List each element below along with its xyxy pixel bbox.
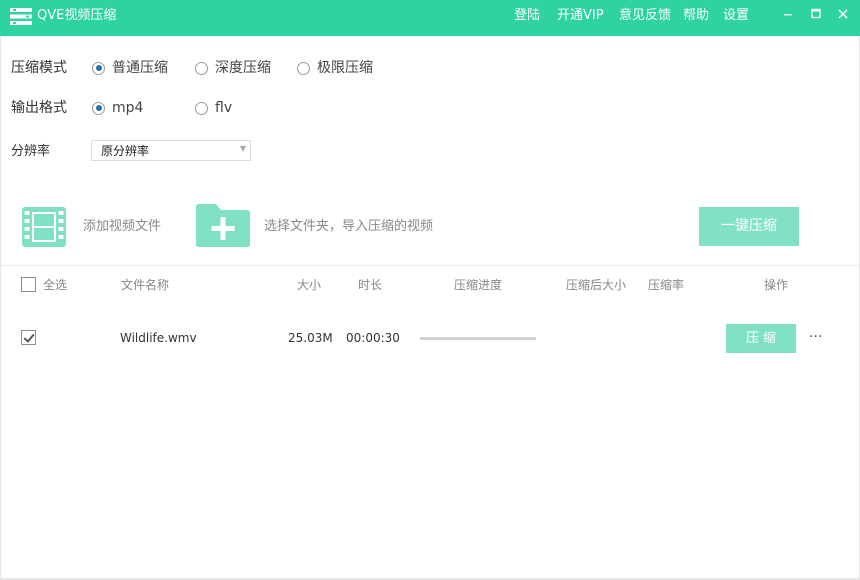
folder-plus-icon[interactable] (196, 204, 250, 247)
column-header-progress: 压缩进度 (454, 278, 503, 292)
row-checkbox[interactable] (21, 330, 36, 345)
app-title: QVE视频压缩 (37, 8, 117, 23)
nav-settings[interactable]: 设置 (723, 8, 749, 24)
output-format-label: 输出格式 (11, 100, 67, 116)
one-key-compress-button[interactable]: 一键压缩 (699, 207, 799, 246)
file-name-cell: Wildlife.wmv (120, 331, 197, 345)
resolution-value: 原分辨率 (101, 144, 150, 158)
choose-folder-link[interactable]: 选择文件夹，导入压缩的视频 (264, 219, 433, 235)
nav-feedback[interactable]: 意见反馈 (619, 8, 671, 24)
duration-cell: 00:00:30 (346, 331, 400, 345)
compress-button[interactable]: 压缩 (726, 324, 796, 353)
column-header-file-name: 文件名称 (121, 278, 170, 292)
minimize-icon[interactable] (780, 6, 796, 22)
radio-indicator (297, 61, 310, 75)
resolution-select[interactable]: 原分辨率 ▼ (91, 140, 251, 161)
radio-label: 极限压缩 (317, 60, 373, 76)
radio-extreme-compress[interactable]: 极限压缩 (297, 59, 373, 77)
radio-indicator (195, 61, 208, 75)
more-options-icon[interactable]: ··· (809, 329, 822, 345)
nav-login[interactable]: 登陆 (514, 8, 540, 24)
radio-selected-indicator (92, 101, 105, 115)
radio-label: mp4 (112, 100, 144, 116)
add-video-link[interactable]: 添加视频文件 (83, 219, 161, 235)
column-header-compressed-size: 压缩后大小 (566, 278, 627, 292)
size-cell: 25.03M (288, 331, 333, 345)
radio-label: 深度压缩 (215, 60, 271, 76)
film-strip-logo-icon (10, 8, 32, 25)
column-header-ratio: 压缩率 (648, 278, 685, 292)
radio-flv[interactable]: flv (195, 99, 232, 117)
radio-indicator (195, 101, 208, 115)
chevron-down-icon: ▼ (239, 144, 246, 153)
radio-mp4[interactable]: mp4 (92, 99, 143, 117)
film-icon[interactable] (22, 207, 66, 247)
radio-selected-indicator (92, 61, 105, 75)
radio-label: 普通压缩 (112, 60, 168, 76)
window-border-left (0, 36, 1, 580)
divider (0, 265, 860, 266)
nav-help[interactable]: 帮助 (683, 8, 709, 24)
radio-normal-compress[interactable]: 普通压缩 (92, 59, 168, 77)
nav-open-vip[interactable]: 开通VIP (557, 8, 604, 24)
radio-label: flv (215, 100, 233, 116)
column-header-size: 大小 (297, 278, 322, 292)
maximize-icon[interactable] (808, 6, 824, 22)
select-all-label: 全选 (43, 278, 68, 292)
resolution-label: 分辨率 (11, 144, 51, 159)
close-icon[interactable] (835, 6, 851, 22)
progress-bar (420, 337, 536, 340)
title-bar: QVE视频压缩 登陆 开通VIP 意见反馈 帮助 设置 (0, 0, 860, 36)
column-header-duration: 时长 (358, 278, 383, 292)
column-header-actions: 操作 (764, 278, 789, 292)
compress-mode-label: 压缩模式 (11, 60, 67, 76)
radio-deep-compress[interactable]: 深度压缩 (195, 59, 271, 77)
select-all-checkbox[interactable] (21, 277, 36, 292)
